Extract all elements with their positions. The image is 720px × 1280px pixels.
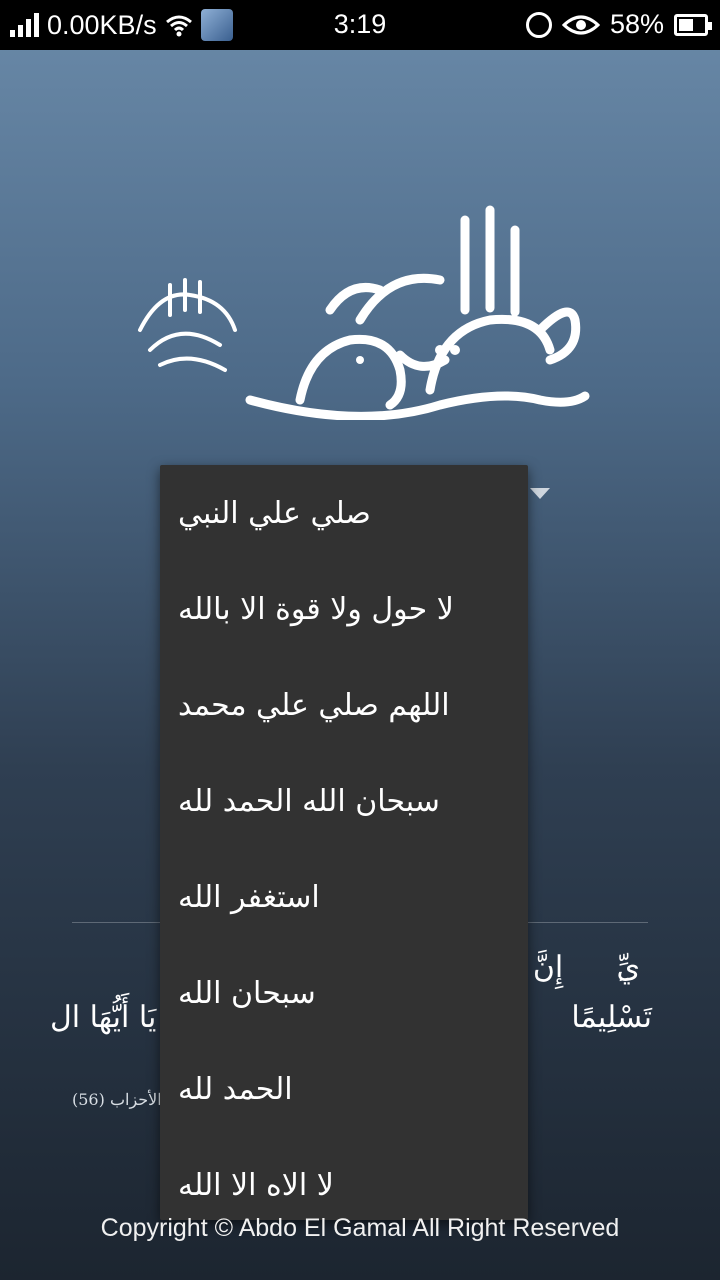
verse-line2-right: يَا أَيُّهَا ال	[50, 1000, 157, 1035]
calligraphy-logo	[130, 180, 590, 430]
verse-line2-left: تَسْلِيمًا	[571, 1000, 652, 1035]
status-bar-right: 58%	[525, 9, 712, 40]
dropdown-item[interactable]: الحمد لله	[160, 1041, 528, 1137]
battery-fill	[679, 18, 693, 31]
alarm-icon	[525, 11, 552, 38]
battery-percent: 58%	[609, 9, 664, 39]
calligraphy-blessing-image	[138, 278, 237, 372]
dropdown-item[interactable]: سبحان الله	[160, 945, 528, 1041]
dropdown-item[interactable]: اللهم صلي علي محمد	[160, 657, 528, 753]
dropdown-item-label: لا حول ولا قوة الا بالله	[178, 591, 454, 627]
dropdown-item-label: استغفر الله	[178, 879, 320, 915]
verse-reference: الأحزاب (56)	[72, 1090, 162, 1109]
calligraphy-main-image	[245, 205, 590, 420]
dropdown-item-label: لا الاه الا الله	[178, 1167, 334, 1203]
dropdown-item-label: الحمد لله	[178, 1071, 293, 1107]
status-bar: 0.00KB/s 3:19 58%	[0, 0, 720, 50]
verse-line1-left: ِيِّ	[616, 950, 640, 985]
copyright-footer: Copyright © Abdo El Gamal All Right Rese…	[100, 1214, 620, 1242]
dropdown-item-label: صلي علي النبي	[178, 495, 371, 531]
dropdown-item[interactable]: استغفر الله	[160, 849, 528, 945]
battery-icon	[674, 13, 712, 36]
dropdown-item[interactable]: صلي علي النبي	[160, 465, 528, 561]
eye-icon	[561, 15, 600, 34]
dropdown-item-label: اللهم صلي علي محمد	[178, 687, 450, 723]
dhikr-dropdown-menu[interactable]: صلي علي النبي لا حول ولا قوة الا بالله ا…	[160, 465, 528, 1220]
dropdown-item[interactable]: لا الاه الا الله	[160, 1137, 528, 1220]
spinner-dropdown-arrow-icon[interactable]	[530, 488, 550, 499]
dropdown-item[interactable]: سبحان الله الحمد لله	[160, 753, 528, 849]
dropdown-item[interactable]: لا حول ولا قوة الا بالله	[160, 561, 528, 657]
dropdown-item-label: سبحان الله	[178, 975, 316, 1011]
dropdown-item-label: سبحان الله الحمد لله	[178, 783, 440, 819]
